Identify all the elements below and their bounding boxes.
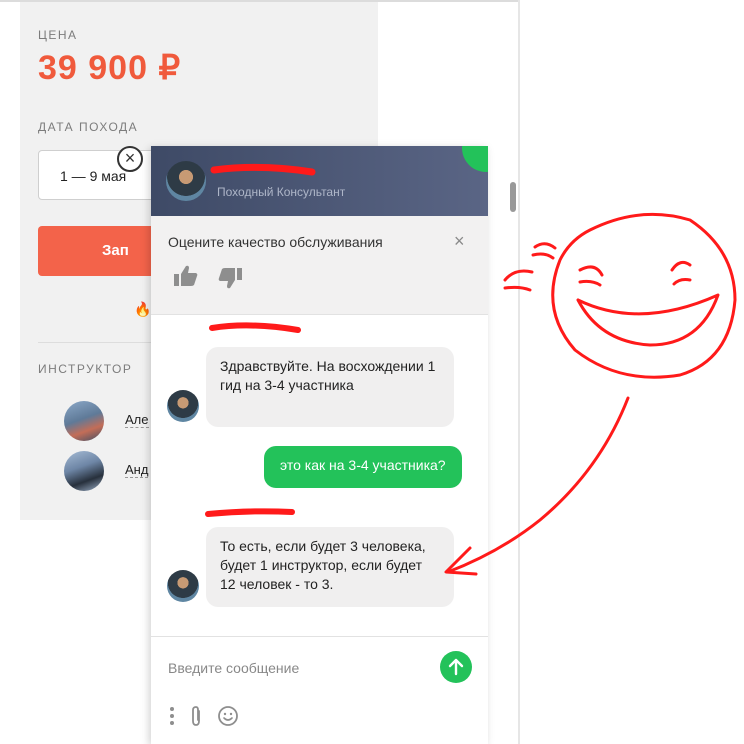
instructors-label: ИНСТРУКТОР [38, 362, 133, 376]
thumbs-down-icon[interactable] [217, 266, 243, 290]
agent-role: Походный Консультант [217, 185, 346, 199]
close-icon[interactable]: × [454, 231, 465, 252]
price-label: ЦЕНА [38, 28, 78, 42]
smiley-brow [531, 242, 557, 260]
message-bubble: То есть, если будет 3 человека, будет 1 … [206, 527, 454, 607]
message-bubble: это как на 3-4 участника? [264, 446, 462, 488]
instructor-avatar[interactable] [64, 451, 104, 491]
instructor-name[interactable]: Анд [125, 462, 149, 478]
send-arrow-icon [448, 658, 464, 676]
send-button[interactable] [440, 651, 472, 683]
page-edge [518, 0, 520, 744]
close-circle-icon[interactable]: × [117, 146, 143, 172]
book-button-label: Зап [102, 242, 129, 259]
message-input[interactable] [166, 655, 430, 681]
status-indicator [462, 146, 488, 172]
instructor-avatar[interactable] [64, 401, 104, 441]
date-label: ДАТА ПОХОДА [38, 120, 139, 134]
chat-widget: Походный Консультант Оцените качество об… [151, 146, 488, 744]
scrollbar[interactable] [510, 182, 516, 212]
price-value: 39 900 ₽ [38, 49, 182, 87]
fire-icon: 🔥 [134, 301, 152, 317]
emoji-icon[interactable] [217, 705, 239, 727]
composer [151, 636, 488, 744]
paperclip-icon[interactable] [189, 705, 203, 727]
smiley-eye [670, 260, 692, 286]
thumbs-up-icon[interactable] [173, 264, 199, 288]
chat-header: Походный Консультант [151, 146, 488, 216]
avatar [167, 390, 199, 422]
smiley-mouth [576, 293, 720, 347]
more-vertical-icon[interactable] [168, 705, 176, 727]
rating-title: Оцените качество обслуживания [168, 234, 383, 250]
smiley-eye [578, 265, 604, 287]
instructor-name[interactable]: Але [125, 412, 149, 428]
smiley-outline [551, 212, 737, 379]
book-button[interactable]: Зап [38, 226, 168, 276]
message-bubble: Здравствуйте. На восхождении 1 гид на 3-… [206, 347, 454, 427]
avatar [167, 570, 199, 602]
date-select-value: 1 — 9 мая [60, 168, 127, 184]
avatar [166, 161, 206, 201]
rating-panel: Оцените качество обслуживания × [151, 216, 488, 315]
